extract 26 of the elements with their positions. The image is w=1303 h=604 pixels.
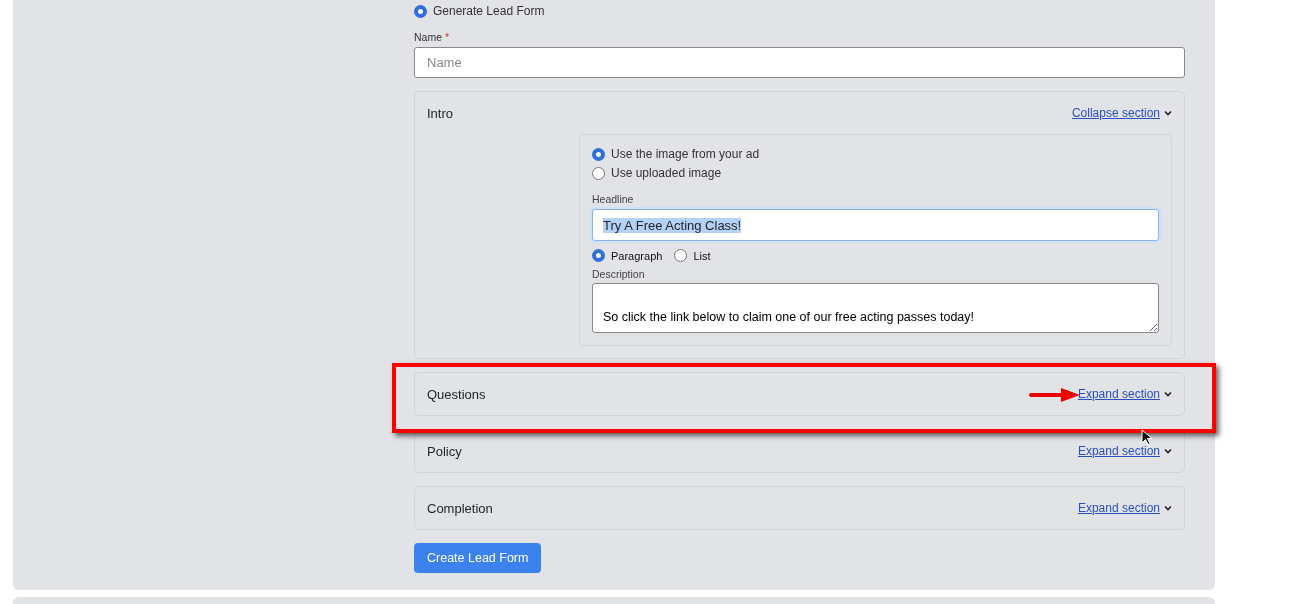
radio-option[interactable]: List [674, 249, 711, 262]
field-label: Headline [592, 193, 635, 205]
radio-option[interactable]: Generate Lead Form [414, 4, 1185, 18]
chevron-down-icon[interactable] [1164, 448, 1172, 454]
arrow-icon [1029, 387, 1081, 403]
field-label: Description [592, 268, 646, 280]
cursor-icon [1141, 429, 1153, 445]
chevron-down-icon[interactable] [1164, 110, 1172, 116]
chevron-down-icon[interactable] [1164, 505, 1172, 511]
section-title: Policy [427, 443, 462, 459]
toggle-link[interactable]: Expand section [1077, 501, 1160, 515]
field-label: Name * [414, 31, 451, 43]
section-title: Intro [427, 105, 453, 121]
chevron-down-icon[interactable] [1164, 391, 1172, 397]
radio-option[interactable]: Use uploaded image [592, 166, 1159, 180]
name-field[interactable]: Name [414, 47, 1185, 78]
toggle-link[interactable]: Expand section [1077, 444, 1160, 458]
create-button[interactable]: Create Lead Form [414, 543, 542, 573]
radio-option[interactable]: Use the image from your ad [592, 147, 1159, 161]
description-field[interactable]: So click the link below to claim one of our free acting passes today! [592, 283, 1159, 333]
toggle-link[interactable]: Collapse section [1071, 106, 1160, 120]
toggle-link[interactable]: Expand section [1077, 387, 1160, 401]
headline-field[interactable]: Try A Free Acting Class! [592, 209, 1159, 241]
radio-option[interactable]: Paragraph [592, 249, 663, 262]
section-title: Questions [427, 386, 486, 402]
section-title: Completion [427, 500, 493, 516]
